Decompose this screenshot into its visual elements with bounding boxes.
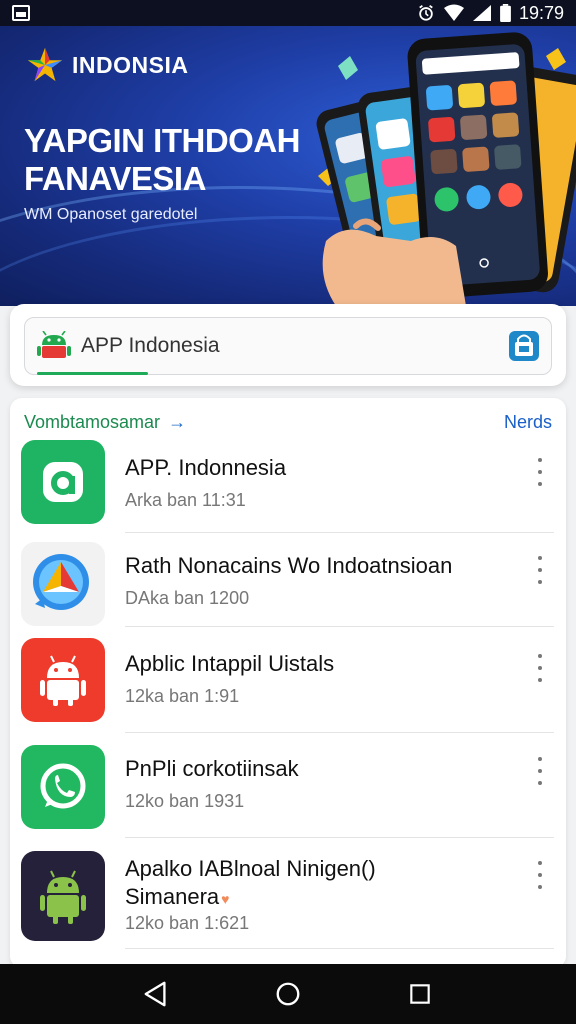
app-name: PnPli corkotiinsak: [125, 756, 299, 781]
brand-star-icon: [27, 47, 63, 82]
headline-line-2: FANAVESIA: [24, 160, 206, 197]
app-name: APP. Indonnesia: [125, 455, 287, 480]
app-name-line-2: Simanera ♥: [125, 884, 230, 909]
more-options-icon[interactable]: [534, 556, 546, 584]
list-item[interactable]: Apblic Intappil Uistals 12ka ban 1:91: [10, 638, 566, 733]
app-meta: 12ko ban 1:621: [125, 913, 250, 933]
app-name: Apalko IABlnoal Ninigen() Simanera ♥: [125, 855, 376, 913]
app-icon-compass: [21, 542, 105, 626]
more-options-icon[interactable]: [534, 654, 546, 682]
list-title[interactable]: Vombtamosamar: [24, 412, 160, 433]
search-input[interactable]: [81, 334, 509, 358]
divider: [125, 837, 554, 838]
app-meta: Arka ban 11:31: [125, 490, 246, 510]
search-progress-bar: [37, 372, 148, 375]
more-options-icon[interactable]: [534, 757, 546, 785]
app-icon-android-dark: [21, 851, 105, 941]
list-item[interactable]: Rath Nonacains Wo Indoatnsioan DAka ban …: [10, 542, 566, 627]
back-icon[interactable]: [136, 974, 176, 1014]
divider: [125, 532, 554, 533]
see-more-link[interactable]: Nerds: [504, 412, 552, 433]
divider: [125, 626, 554, 627]
divider: [125, 948, 554, 949]
arrow-right-icon[interactable]: →: [168, 412, 186, 433]
alarm-icon: [419, 5, 433, 21]
app-meta: DAka ban 1200: [125, 588, 250, 608]
heart-icon: ♥: [221, 891, 230, 907]
android-icon: [37, 331, 71, 358]
headline-line-1: YAPGIN ITHDOAH: [24, 122, 300, 159]
shopping-bag-icon[interactable]: [509, 331, 539, 361]
banner-headline: YAPGIN ITHDOAH FANAVESIA: [24, 122, 300, 198]
app-name: Apblic Intappil Uistals: [125, 651, 335, 676]
banner-subline: WM Opanoset garedotel: [24, 206, 198, 223]
image-icon: [12, 5, 30, 21]
recents-icon[interactable]: [400, 974, 440, 1014]
battery-icon: [500, 4, 511, 22]
navigation-bar: [0, 964, 576, 1024]
list-item[interactable]: PnPli corkotiinsak 12ko ban 1931: [10, 745, 566, 838]
phones-illustration: [316, 32, 576, 306]
list-header: Vombtamosamar → Nerds: [24, 412, 552, 433]
app-icon-whatsapp: [21, 745, 105, 829]
brand: INDONSIA: [26, 46, 188, 84]
clock: 19:79: [518, 2, 564, 23]
signal-icon: [472, 5, 491, 21]
app-icon-android-red: [21, 638, 105, 722]
more-options-icon[interactable]: [534, 861, 546, 889]
app-meta: 12ko ban 1931: [125, 791, 245, 811]
app-name: Rath Nonacains Wo Indoatnsioan: [125, 553, 453, 578]
search-field[interactable]: [24, 317, 552, 375]
list-item[interactable]: Apalko IABlnoal Ninigen() Simanera ♥ 12ko…: [10, 851, 566, 951]
brand-name: INDONSIA: [72, 51, 189, 78]
search-card: [10, 304, 566, 386]
app-meta: 12ka ban 1:91: [125, 686, 240, 706]
divider: [125, 732, 554, 733]
app-icon-green-chat: [21, 440, 105, 524]
promo-banner[interactable]: INDONSIA YAPGIN ITHDOAH FANAVESIA WM Opa…: [0, 26, 576, 306]
home-icon[interactable]: [268, 974, 308, 1014]
more-options-icon[interactable]: [534, 458, 546, 486]
app-list-card: Vombtamosamar → Nerds APP. Indonnesia Ar…: [10, 398, 566, 968]
status-bar: 19:79: [0, 0, 576, 26]
wifi-icon: [443, 4, 464, 21]
list-item[interactable]: APP. Indonnesia Arka ban 11:31: [10, 440, 566, 533]
app-name-line-1: Apalko IABlnoal Ninigen(): [125, 856, 376, 881]
